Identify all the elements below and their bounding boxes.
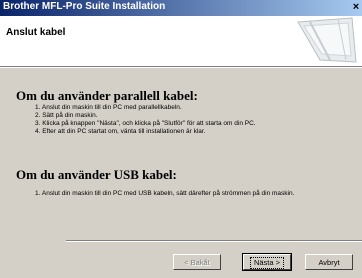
window-title: Brother MFL-Pro Suite Installation: [3, 1, 166, 12]
parallel-step: 4. Efter att din PC startat om, vänta ti…: [35, 128, 206, 135]
page-title: Anslut kabel: [6, 27, 66, 38]
usb-step: 1. Anslut din maskin till din PC med USB…: [35, 190, 295, 197]
parallel-heading: Om du använder parallell kabel:: [16, 88, 198, 103]
title-bar[interactable]: Brother MFL-Pro Suite Installation ×: [0, 0, 362, 16]
parallel-step: 1. Anslut din maskin till din PC med par…: [35, 104, 182, 111]
next-button[interactable]: Nästa >: [242, 253, 292, 271]
cancel-button[interactable]: Avbryt: [305, 254, 353, 270]
next-button-label: Nästa >: [249, 257, 285, 269]
installer-window: Brother MFL-Pro Suite Installation × Ans…: [0, 0, 362, 278]
back-button[interactable]: < Bakåt: [173, 254, 221, 270]
usb-heading: Om du använder USB kabel:: [16, 167, 177, 182]
header-graphic-icon: [297, 17, 357, 63]
header-divider: [0, 66, 362, 68]
cancel-button-label: Avbryt: [318, 258, 340, 267]
parallel-step: 2. Sätt på din maskin.: [35, 112, 98, 119]
footer-divider: [66, 240, 362, 242]
wizard-header: Anslut kabel: [0, 16, 362, 66]
back-button-label: < Bakåt: [184, 258, 210, 267]
close-icon[interactable]: ×: [350, 1, 362, 14]
parallel-step: 3. Klicka på knappen "Nästa", och klicka…: [35, 120, 256, 127]
